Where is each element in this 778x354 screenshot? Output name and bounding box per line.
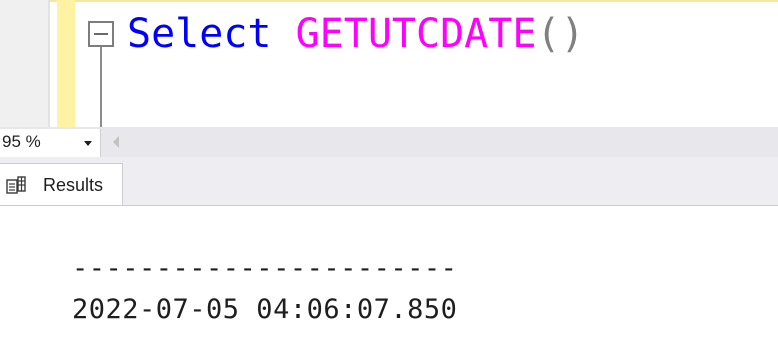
outline-guide-line <box>100 47 102 127</box>
scroll-left-arrow-icon[interactable] <box>113 136 119 148</box>
line-gutter <box>0 0 50 127</box>
dropdown-arrow-icon[interactable] <box>84 141 92 146</box>
code-line[interactable]: Select GETUTCDATE() <box>127 8 585 60</box>
collapse-toggle-icon[interactable] <box>88 21 114 47</box>
gutter-divider <box>48 0 50 127</box>
column-header-separator: ----------------------- <box>72 253 458 284</box>
query-editor[interactable]: Select GETUTCDATE() <box>0 0 778 127</box>
sql-keyword: Select <box>127 11 272 57</box>
zoom-value: 95 % <box>2 132 41 151</box>
editor-top-strip <box>0 0 778 2</box>
change-tracking-bar <box>57 0 75 127</box>
sql-parens: () <box>536 11 585 57</box>
results-grid-icon <box>6 176 26 194</box>
zoom-dropdown[interactable]: 95 % <box>0 129 101 157</box>
results-pane: ----------------------- 2022-07-05 04:06… <box>0 205 778 354</box>
tab-results[interactable]: Results <box>0 163 123 206</box>
sql-function-name: GETUTCDATE <box>295 11 537 57</box>
result-row: 2022-07-05 04:06:07.850 <box>72 294 458 325</box>
tab-results-label: Results <box>43 175 104 195</box>
